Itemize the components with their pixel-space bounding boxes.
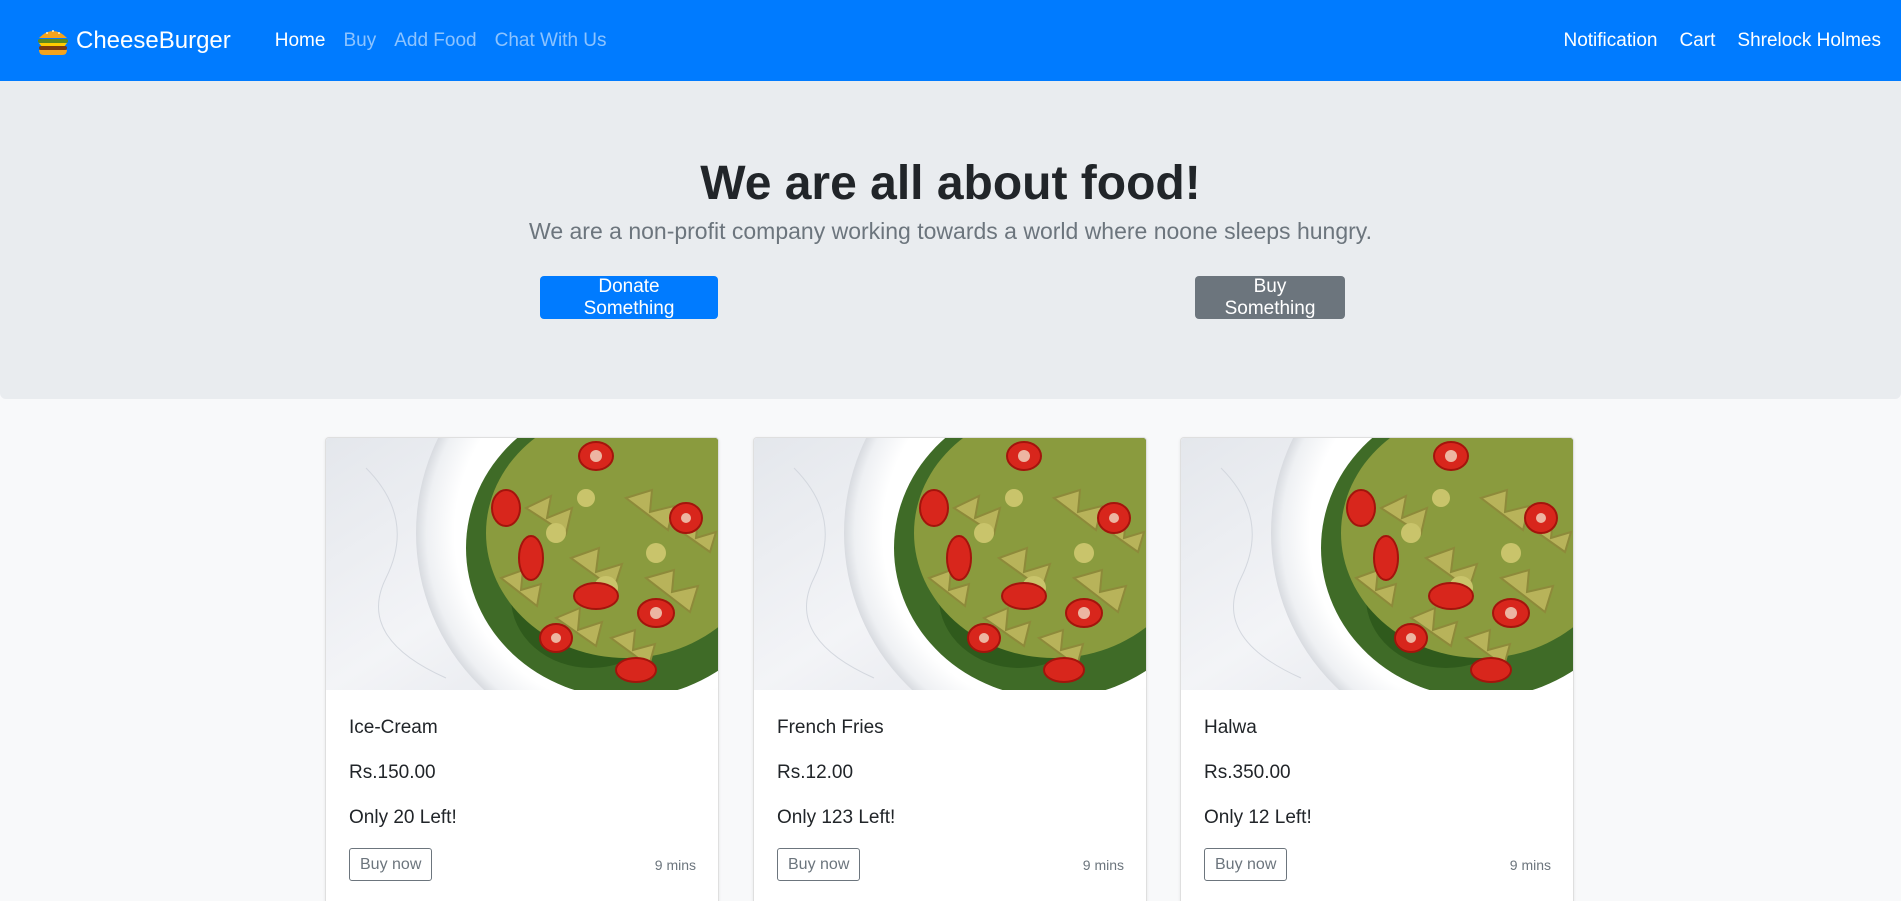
nav-right: Notification Cart Shrelock Holmes	[1541, 30, 1881, 52]
nav-links: Home Buy Add Food Chat With Us	[275, 30, 625, 52]
food-stock: Only 12 Left!	[1204, 807, 1312, 828]
nav-home[interactable]: Home	[275, 30, 326, 52]
pasta-salad-image	[1181, 438, 1573, 690]
food-name: French Fries	[777, 717, 884, 738]
donate-button[interactable]: Donate Something	[540, 276, 718, 319]
food-card: French Fries Rs.12.00 Only 123 Left! Buy…	[753, 437, 1147, 901]
hero-lead: We are a non-profit company working towa…	[529, 218, 1372, 244]
posted-time: 9 mins	[654, 857, 696, 873]
food-price: Rs.350.00	[1204, 762, 1291, 783]
brand-link[interactable]: CheeseBurger	[36, 26, 231, 56]
food-name: Halwa	[1204, 717, 1257, 738]
food-card: Halwa Rs.350.00 Only 12 Left! Buy now 9 …	[1180, 437, 1574, 901]
navbar: CheeseBurger Home Buy Add Food Chat With…	[0, 0, 1901, 81]
burger-icon	[38, 29, 68, 55]
hero-jumbotron: We are all about food! We are a non-prof…	[0, 81, 1901, 399]
hero-title: We are all about food!	[700, 157, 1201, 210]
pasta-salad-image	[754, 438, 1146, 690]
pasta-salad-image	[326, 438, 718, 690]
food-name: Ice-Cream	[349, 717, 438, 738]
nav-notification[interactable]: Notification	[1563, 30, 1657, 52]
brand-name: CheeseBurger	[76, 26, 231, 54]
buy-now-button[interactable]: Buy now	[349, 848, 433, 881]
buy-now-button[interactable]: Buy now	[1204, 848, 1288, 881]
food-stock: Only 123 Left!	[777, 807, 896, 828]
nav-buy[interactable]: Buy	[343, 30, 376, 52]
nav-cart[interactable]: Cart	[1679, 30, 1715, 52]
food-card: Ice-Cream Rs.150.00 Only 20 Left! Buy no…	[325, 437, 719, 901]
food-stock: Only 20 Left!	[349, 807, 457, 828]
food-price: Rs.12.00	[777, 762, 854, 783]
nav-add-food[interactable]: Add Food	[394, 30, 476, 52]
posted-time: 9 mins	[1082, 857, 1124, 873]
nav-chat-with-us[interactable]: Chat With Us	[495, 30, 607, 52]
posted-time: 9 mins	[1509, 857, 1551, 873]
nav-user-profile[interactable]: Shrelock Holmes	[1737, 30, 1881, 52]
buy-now-button[interactable]: Buy now	[777, 848, 861, 881]
food-price: Rs.150.00	[349, 762, 436, 783]
buy-something-button[interactable]: Buy Something	[1195, 276, 1345, 319]
